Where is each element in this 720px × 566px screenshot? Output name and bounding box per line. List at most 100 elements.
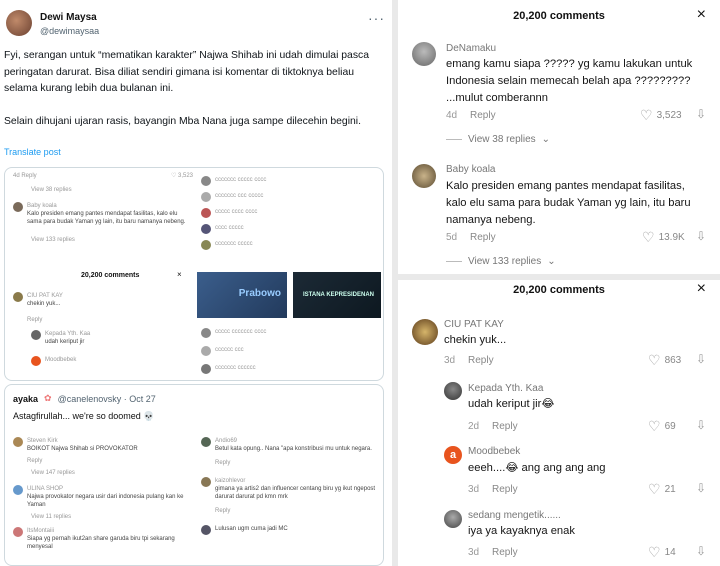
quote-comments-right: Andio69 Betul kata opung.. Nana "apa kon… [201, 437, 379, 535]
reply-text-content: ang ang ang ang [518, 462, 606, 474]
embedded-comments-left: 4d Reply ♡ 3,523 View 38 replies Baby koa… [13, 173, 193, 243]
heart-icon: ♡ [648, 418, 661, 434]
comments-count-header: 20,200 comments [513, 10, 605, 22]
replier-name[interactable]: Kepada Yth. Kaa [468, 383, 543, 394]
quote-text: Astagfirullah... we're so doomed 💀 [13, 411, 155, 422]
comment-time: 5d [446, 232, 458, 243]
skull-icon: 💀 [143, 411, 155, 421]
flower-icon: ✿ [44, 393, 52, 403]
embedded-name: Andio69 [215, 438, 238, 444]
comment-text: emang kamu siapa ????? yg kamu lakukan u… [446, 58, 693, 104]
commenter-avatar[interactable] [412, 164, 436, 188]
tweet-text: Fyi, serangan untuk “mematikan karakter”… [4, 48, 384, 146]
dislike-icon[interactable]: ⇩ [696, 229, 706, 243]
reply-text-content: eeeh.... [468, 462, 506, 474]
embedded-avatar [31, 330, 41, 340]
embedded-quote-header: ayaka ✿ @canelenovsky · Oct 27 [13, 393, 156, 404]
dislike-icon[interactable]: ⇩ [696, 352, 706, 366]
embedded-view-133: View 133 replies [31, 237, 75, 243]
laughing-emoji-icon: 😂 [505, 462, 519, 474]
like-count: 3,523 [656, 110, 682, 121]
reply-time: 3d [468, 547, 480, 558]
close-icon[interactable]: × [697, 280, 706, 298]
author-display-name[interactable]: Dewi Maysa [40, 12, 97, 23]
reply-button[interactable]: Reply [492, 421, 518, 432]
translate-post-link[interactable]: Translate post [4, 147, 61, 157]
reply-button[interactable]: Reply [468, 355, 494, 366]
embedded-text: Lulusan ugm cuma jadi MC [215, 526, 288, 532]
embedded-name: Baby koala [27, 203, 57, 209]
embedded-name: ULINA SHOP [27, 486, 64, 492]
embedded-view-38: View 38 replies [31, 187, 72, 193]
commenter-avatar[interactable] [412, 42, 436, 66]
like-button[interactable]: ♡ 13.9K [642, 229, 685, 246]
author-avatar[interactable] [6, 10, 32, 36]
chevron-down-icon: ⌄ [547, 256, 556, 267]
comment-text: chekin yuk... [444, 334, 507, 346]
embedded-news-image-1: Prabowo [197, 272, 287, 318]
like-button[interactable]: ♡ 3,523 [640, 107, 682, 124]
embedded-text: Betul kata opung.. Nana "apa konstribusi… [215, 446, 372, 452]
close-icon[interactable]: × [697, 6, 706, 24]
heart-icon: ♡ [648, 352, 661, 368]
commenter-name[interactable]: DeNamaku [446, 43, 496, 54]
like-count: 13.9K [658, 232, 685, 243]
view-replies-button[interactable]: View 133 replies ⌄ [446, 256, 556, 267]
dislike-icon[interactable]: ⇩ [696, 418, 706, 432]
author-handle[interactable]: @dewimaysaa [40, 26, 99, 36]
reply-button[interactable]: Reply [492, 484, 518, 495]
commenter-name[interactable]: CIU PAT KAY [444, 319, 504, 330]
reply-text: iya ya kayaknya enak [468, 525, 575, 537]
embedded-text: BOIKOT Najwa Shihab si PROVOKATOR [27, 446, 138, 452]
news-image-caption: Prabowo [238, 288, 281, 299]
embedded-name: Kepada Yth. Kaa [45, 331, 91, 337]
reply-time: 3d [468, 484, 480, 495]
reply-button[interactable]: Reply [470, 110, 496, 121]
comment-time: 4d [446, 110, 458, 121]
tiktok-comments-panel: 20,200 comments × DeNamaku emang kamu si… [398, 0, 720, 566]
replier-avatar[interactable]: a [444, 446, 462, 464]
replier-avatar[interactable] [444, 382, 462, 400]
embedded-text: Najwa provokator negara usir dari indone… [27, 494, 184, 508]
like-button[interactable]: ♡ 21 [648, 481, 676, 498]
like-count: 69 [664, 421, 676, 432]
quote-text-content: Astagfirullah... we're so doomed [13, 411, 141, 421]
reply-time: 2d [468, 421, 480, 432]
embedded-reply: Reply [215, 508, 231, 514]
more-options-icon[interactable]: ··· [368, 10, 385, 26]
like-count: 14 [664, 547, 676, 558]
embedded-avatar [13, 202, 23, 212]
commenter-name[interactable]: Baby koala [446, 164, 495, 175]
embedded-name: CIU PAT KAY [27, 293, 63, 299]
embedded-view-replies: View 147 replies [31, 470, 75, 476]
quote-author: ayaka [13, 393, 39, 404]
embedded-text: Kalo presiden emang pantes mendapat fasi… [27, 211, 186, 225]
embedded-reply: Reply [27, 317, 43, 323]
attached-image-1[interactable]: 4d Reply ♡ 3,523 View 38 replies Baby koa… [4, 167, 384, 381]
like-button[interactable]: ♡ 863 [648, 352, 681, 369]
embedded-news-image-2: ISTANA KEPRESIDENAN [293, 272, 381, 318]
quote-handle: @canelenovsky · Oct 27 [57, 393, 156, 404]
view-replies-button[interactable]: View 38 replies ⌄ [446, 134, 550, 145]
replier-name[interactable]: sedang mengetik...... [468, 510, 561, 521]
reply-button[interactable]: Reply [470, 232, 496, 243]
embedded-name: Steven Kirk [27, 438, 58, 444]
dislike-icon[interactable]: ⇩ [696, 481, 706, 495]
embedded-name: ItsMontaiii [27, 528, 55, 534]
laughing-emoji-icon: 😂 [541, 398, 555, 410]
news-image-caption: ISTANA KEPRESIDENAN [303, 292, 375, 298]
embedded-comments-left-2: CIU PAT KAY chekin yuk... Reply Kepada Y… [13, 292, 193, 366]
dislike-icon[interactable]: ⇩ [696, 107, 706, 121]
embedded-close-icon: × [177, 270, 182, 279]
dislike-icon[interactable]: ⇩ [696, 544, 706, 558]
like-count: 21 [664, 484, 676, 495]
replier-avatar[interactable] [444, 510, 462, 528]
reply-button[interactable]: Reply [492, 547, 518, 558]
attached-image-2[interactable]: ayaka ✿ @canelenovsky · Oct 27 Astagfiru… [4, 384, 384, 566]
reply-text-content: udah keriput jir [468, 398, 542, 410]
like-button[interactable]: ♡ 14 [648, 544, 676, 561]
embedded-text: udah keriput jir [45, 339, 85, 345]
like-button[interactable]: ♡ 69 [648, 418, 676, 435]
replier-name[interactable]: Moodbebek [468, 446, 520, 457]
commenter-avatar[interactable] [412, 319, 438, 345]
